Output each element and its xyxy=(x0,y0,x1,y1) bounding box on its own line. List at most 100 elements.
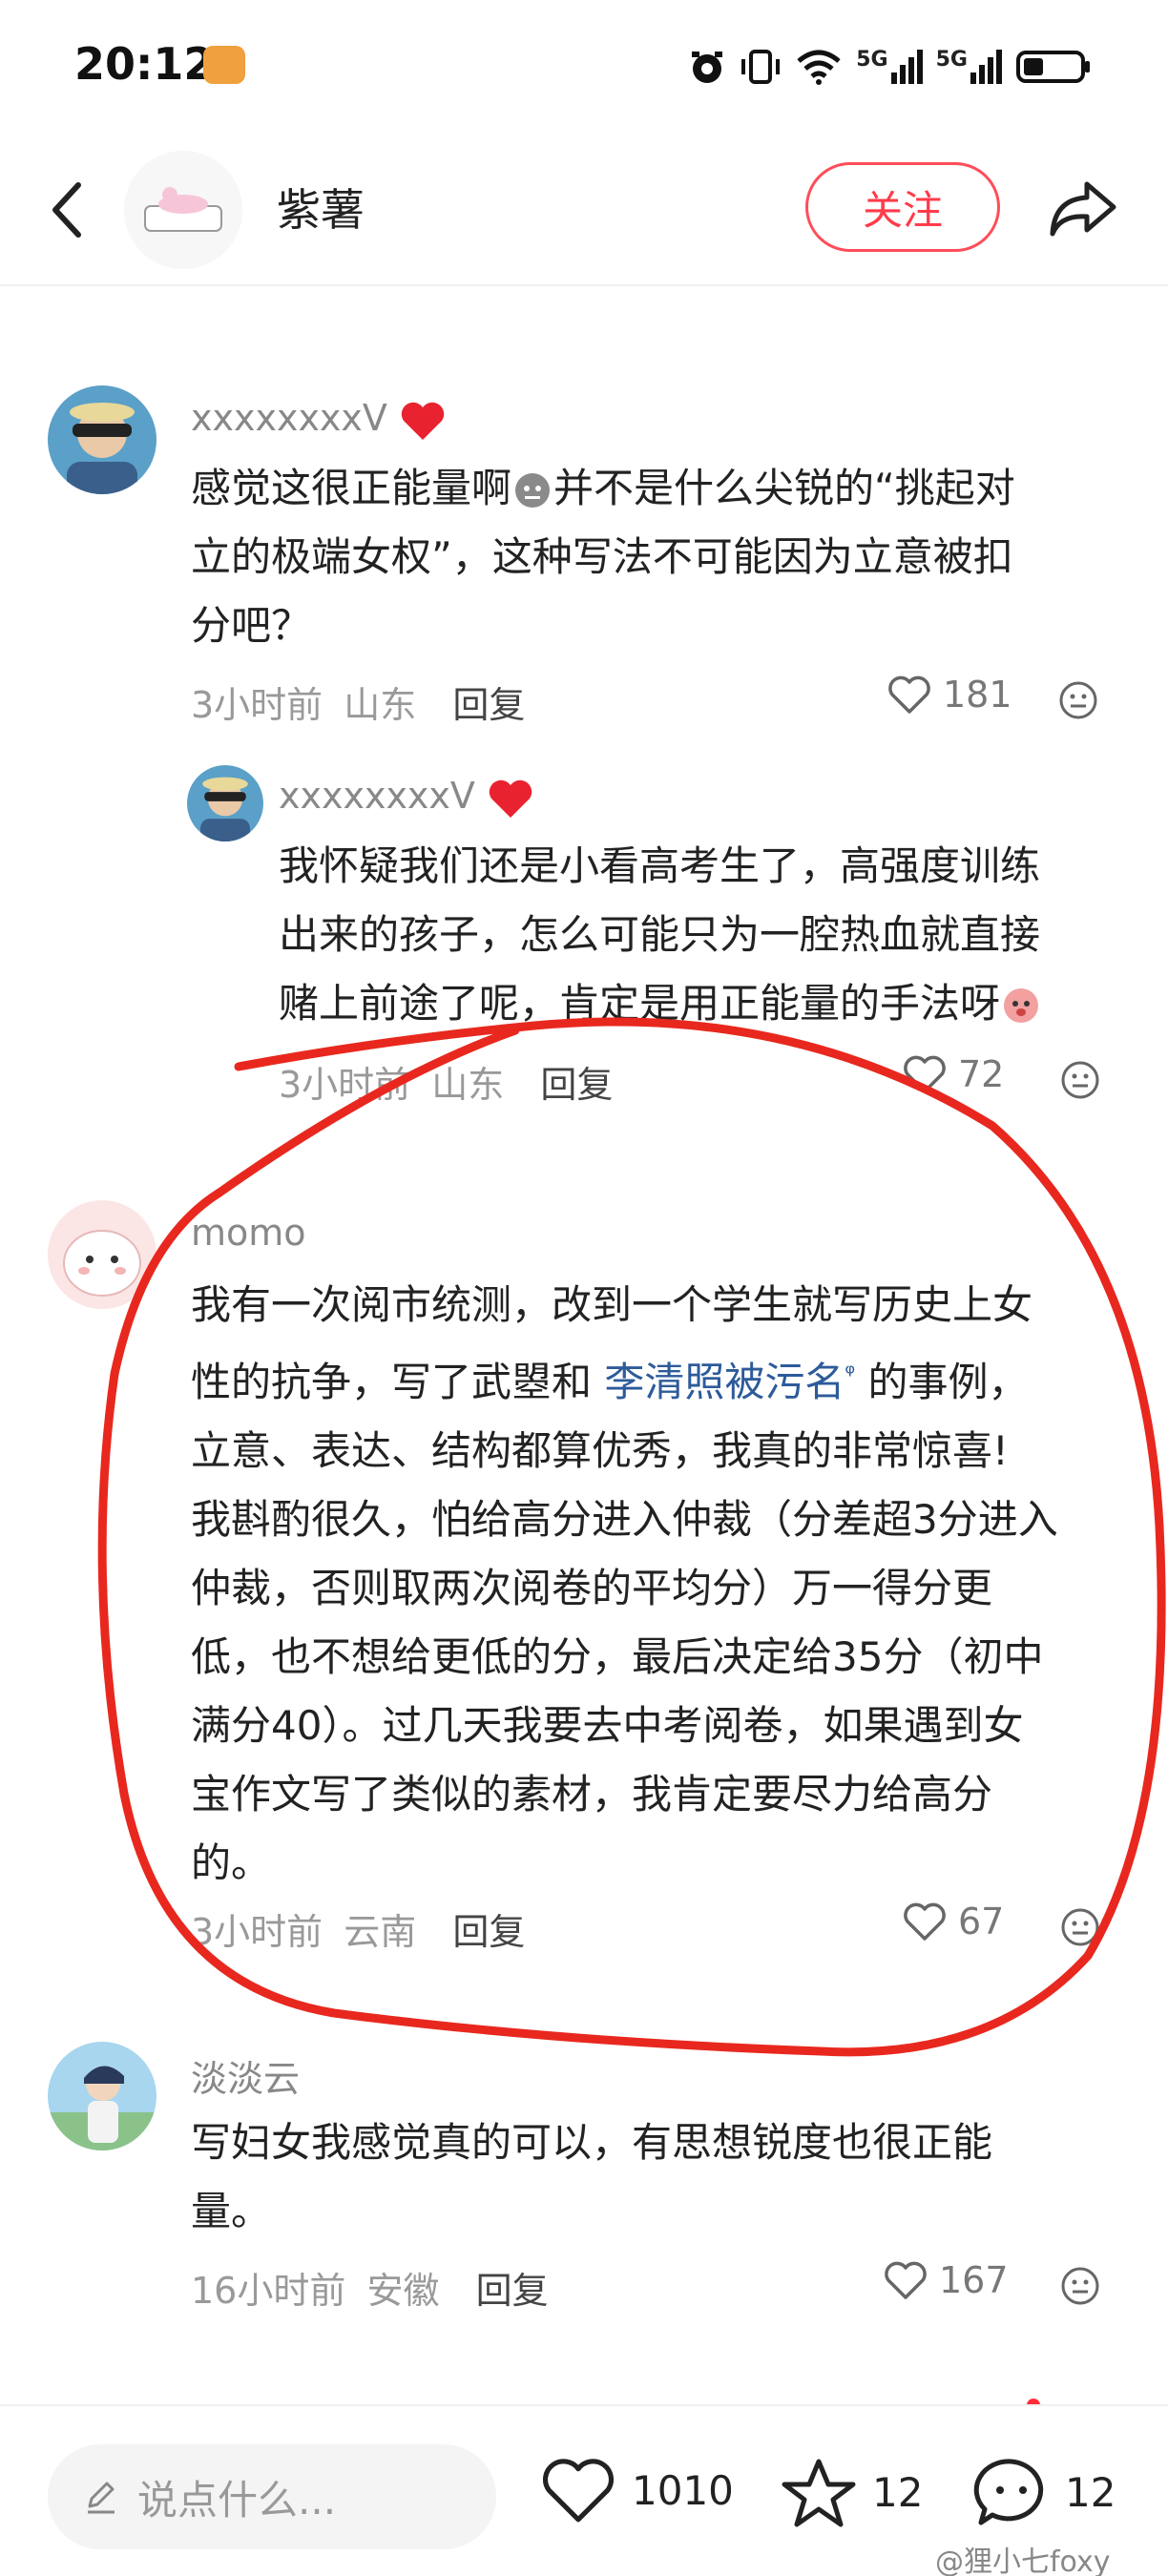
heart-outline-icon xyxy=(904,1902,946,1941)
battery-icon xyxy=(1016,51,1090,83)
comment-line: 低，也不想给更低的分，最后决定给35分（初中 xyxy=(191,1633,1044,1680)
avatar-illustration xyxy=(48,1200,156,1309)
heart-badge-icon xyxy=(489,779,532,818)
comment-line: 分吧？ xyxy=(191,602,312,649)
user-avatar[interactable] xyxy=(48,385,156,494)
comment-text: 我怀疑我们还是小看高考生了，高强度训练 出来的孩子，怎么可能只为一腔热血就直接 … xyxy=(279,832,1137,1038)
emoji-react-icon[interactable] xyxy=(1057,679,1099,721)
comment-item: xxxxxxxxV 感觉这很正能量啊 并不是什么尖锐的“挑起对 立的极端女权”，这… xyxy=(0,372,1168,735)
app-notification-icon xyxy=(203,46,245,84)
chat-bubble-icon xyxy=(973,2459,1044,2525)
heart-outline-icon xyxy=(888,675,930,714)
like-count: 181 xyxy=(943,674,1012,716)
avatar-photo xyxy=(187,765,263,841)
username[interactable]: 淡淡云 xyxy=(191,2049,300,2102)
comment-time: 3小时前 xyxy=(191,1911,323,1953)
heart-outline-icon xyxy=(885,2261,927,2299)
comment-line: 宝作文写了类似的素材，我肯定要尽力给高分 xyxy=(191,1771,993,1818)
comment-count-button[interactable]: 12 xyxy=(973,2456,1116,2528)
comment-line: 满分40）。过几天我要去中考阅卷，如果遇到女 xyxy=(191,1702,1024,1749)
vibrate-icon xyxy=(741,50,781,84)
comment-meta: 3小时前 云南 回复 xyxy=(191,1902,525,1955)
username[interactable]: xxxxxxxxV xyxy=(279,775,534,820)
reply-button[interactable]: 回复 xyxy=(452,684,525,726)
like-count: 167 xyxy=(939,2259,1009,2301)
comment-line: 我怀疑我们还是小看高考生了，高强度训练 xyxy=(279,842,1041,889)
share-button[interactable] xyxy=(1040,166,1126,252)
heart-outline-icon xyxy=(543,2459,614,2523)
status-icons: 5G 5G xyxy=(688,40,1092,93)
comment-line: 我斟酌很久，怕给高分进入仲裁（分差超3分进入 xyxy=(191,1496,1058,1543)
share-icon xyxy=(1050,181,1116,237)
wifi-icon xyxy=(797,50,841,85)
comment-text: 感觉这很正能量啊 并不是什么尖锐的“挑起对 立的极端女权”，这种写法不可能因为立意… xyxy=(191,454,1136,660)
comment-time: 3小时前 xyxy=(279,1064,411,1106)
comment-meta: 3小时前 山东 回复 xyxy=(191,675,525,728)
alarm-icon xyxy=(692,52,723,83)
chevron-left-icon xyxy=(52,182,81,238)
comment-line: 感觉这很正能量啊 xyxy=(191,465,512,511)
post-comment-count: 12 xyxy=(1065,2468,1116,2516)
comment-line: 并不是什么尖锐的“挑起对 xyxy=(553,465,1015,511)
watermark: @狸小七foxy xyxy=(935,2545,1111,2576)
like-button[interactable]: 167 xyxy=(884,2259,1009,2301)
heart-badge-icon xyxy=(401,402,445,440)
comment-line: 立意、表达、结构都算优秀，我真的非常惊喜! xyxy=(191,1427,1009,1474)
user-avatar[interactable] xyxy=(48,2042,156,2150)
avatar-photo xyxy=(48,385,156,494)
emoji-icon xyxy=(1004,988,1039,1023)
avatar-illustration xyxy=(124,151,242,269)
emoji-react-icon[interactable] xyxy=(1059,1906,1101,1948)
follow-button[interactable]: 关注 xyxy=(805,162,1000,252)
like-button[interactable]: 72 xyxy=(903,1053,1004,1095)
username-text: xxxxxxxxV xyxy=(279,775,475,817)
star-outline-icon xyxy=(782,2459,856,2527)
like-button[interactable]: 181 xyxy=(887,674,1012,716)
comment-line: 量。 xyxy=(191,2188,272,2234)
emoji-react-icon[interactable] xyxy=(1059,1059,1101,1101)
comment-input[interactable]: 说点什么... xyxy=(48,2444,496,2549)
search-icon: ᵠ xyxy=(845,1360,856,1388)
search-link[interactable]: 李清照被污名 xyxy=(604,1359,845,1405)
reply-button[interactable]: 回复 xyxy=(476,2270,549,2312)
like-button[interactable]: 67 xyxy=(903,1901,1004,1942)
author-name: 紫薯 xyxy=(277,184,365,236)
author-avatar[interactable] xyxy=(124,151,242,269)
emoji-react-icon[interactable] xyxy=(1059,2265,1101,2307)
collect-button[interactable]: 12 xyxy=(781,2456,923,2528)
comment-line: 仲裁，否则取两次阅卷的平均分）万一得分更 xyxy=(191,1565,993,1611)
username[interactable]: xxxxxxxxV xyxy=(191,397,447,442)
comment-line: 我有一次阅市统测，改到一个学生就写历史上女 xyxy=(191,1281,1033,1328)
reply-item: xxxxxxxxV 我怀疑我们还是小看高考生了，高强度训练 出来的孩子，怎么可能… xyxy=(0,754,1168,1116)
post-like-count: 1010 xyxy=(632,2466,734,2514)
comment-line: 写妇女我感觉真的可以，有思想锐度也很正能 xyxy=(191,2119,993,2166)
comment-item: momo 我有一次阅市统测，改到一个学生就写历史上女 性的抗争，写了武曌和 李清… xyxy=(0,1193,1168,1956)
comment-line: 赌上前途了呢，肯定是用正能量的手法呀 xyxy=(279,980,1001,1027)
comment-line: 的。 xyxy=(191,1839,272,1886)
comment-line: 出来的孩子，怎么可能只为一腔热血就直接 xyxy=(279,911,1041,958)
emoji-icon xyxy=(515,473,551,508)
comment-line: 性的抗争，写了武曌和 xyxy=(191,1359,605,1405)
reply-button[interactable]: 回复 xyxy=(540,1064,613,1106)
comment-meta: 16小时前 安徽 回复 xyxy=(191,2261,549,2314)
comment-meta: 3小时前 山东 回复 xyxy=(279,1055,613,1108)
header: 紫薯 关注 xyxy=(0,134,1168,286)
comment-location: 山东 xyxy=(431,1064,505,1106)
comment-location: 安徽 xyxy=(366,2270,440,2312)
back-button[interactable] xyxy=(38,172,95,248)
user-avatar[interactable] xyxy=(48,1200,156,1309)
comment-line: 立的极端女权”，这种写法不可能因为立意被扣 xyxy=(191,533,1013,580)
network-label: 5G xyxy=(856,48,888,72)
user-avatar[interactable] xyxy=(187,765,263,841)
signal-5g-icon: 5G xyxy=(856,48,923,84)
reply-button[interactable]: 回复 xyxy=(452,1911,525,1953)
username[interactable]: momo xyxy=(191,1212,306,1254)
heart-outline-icon xyxy=(904,1055,946,1093)
comment-text: 我有一次阅市统测，改到一个学生就写历史上女 性的抗争，写了武曌和 李清照被污名ᵠ… xyxy=(191,1271,1136,1898)
status-bar: 20:12 5G 5G xyxy=(0,0,1168,134)
input-placeholder: 说点什么... xyxy=(137,2476,337,2524)
comment-time: 16小时前 xyxy=(191,2270,346,2312)
like-post-button[interactable]: 1010 xyxy=(540,2456,734,2524)
comment-line: 的事例， xyxy=(855,1359,1029,1405)
comment-location: 云南 xyxy=(344,1911,417,1953)
